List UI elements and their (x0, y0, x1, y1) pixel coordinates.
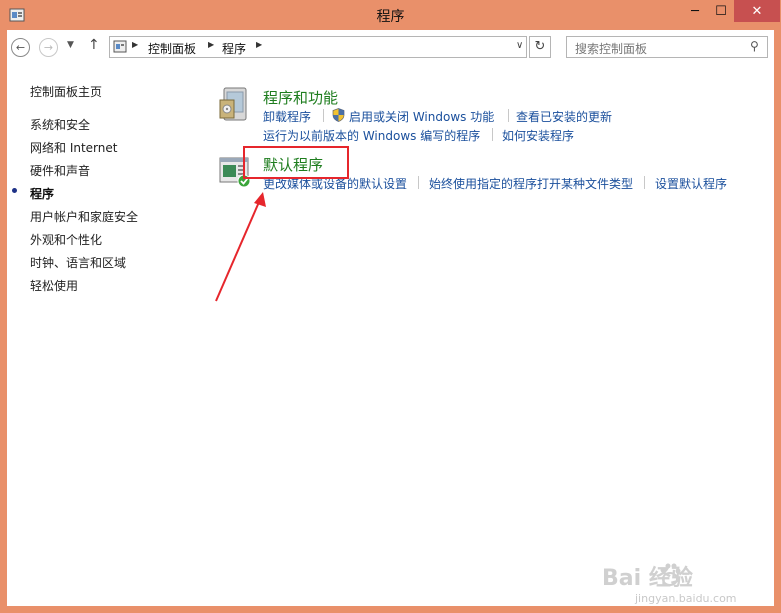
window-title: 程序 (376, 9, 405, 25)
watermark-main-text: Bai 经验 (602, 566, 693, 591)
watermark-url-text: jingyan.baidu.com (635, 592, 737, 605)
client-area: ← → ▼ ↑ ▶ 控制面板 ▶ 程序 ▶ ∨ ↻ 搜索控制面板 ⚲ 控制面板主… (7, 30, 774, 606)
minimize-button[interactable]: ─ (682, 0, 708, 22)
annotation-arrow-icon (215, 192, 266, 302)
title-bar[interactable]: 程序 ─ ☐ ✕ (0, 0, 781, 30)
window: 程序 ─ ☐ ✕ ← → ▼ ↑ ▶ 控制面板 ▶ 程序 ▶ ∨ ↻ 搜索控制面… (0, 0, 781, 613)
close-button[interactable]: ✕ (734, 0, 780, 22)
maximize-button[interactable]: ☐ (708, 0, 734, 22)
